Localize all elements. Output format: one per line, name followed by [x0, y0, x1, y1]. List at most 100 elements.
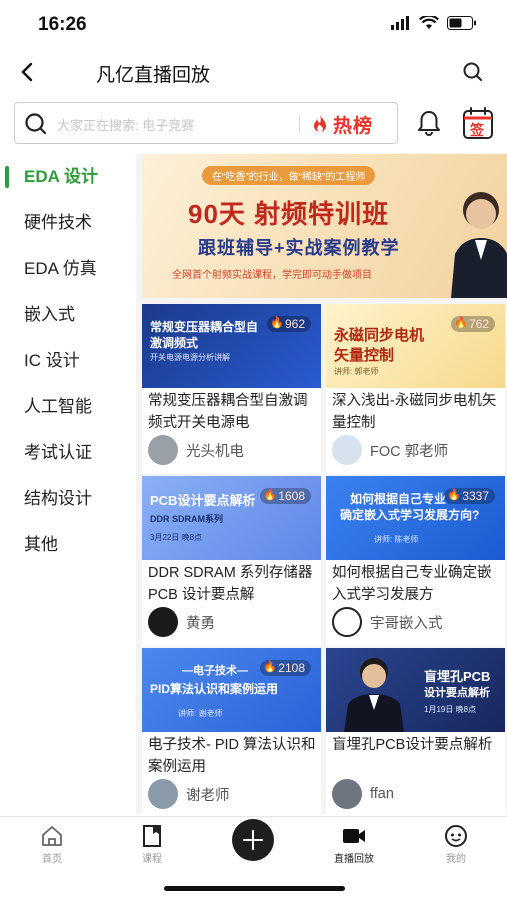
- sidebar-item-structure[interactable]: 结构设计: [0, 476, 136, 522]
- add-button[interactable]: [232, 819, 274, 861]
- sidebar-item-label: IC 设计: [24, 351, 80, 370]
- tab-label: 课程: [142, 854, 162, 865]
- author-row: FOC 郭老师: [332, 435, 449, 465]
- sidebar-item-label: EDA 设计: [24, 167, 98, 186]
- promo-banner[interactable]: 在“吃香”的行业，做“稀缺”的工程师 90天 射频特训班 跟班辅导+实战案例教学…: [142, 154, 507, 298]
- view-count-badge: 1608: [260, 488, 311, 504]
- tab-live-replay[interactable]: 直播回放: [314, 823, 394, 865]
- avatar: [148, 607, 178, 637]
- video-icon: [343, 829, 365, 843]
- home-icon: [42, 826, 62, 846]
- status-bar: 16:26: [0, 0, 507, 50]
- thumbnail-text: 讲师: 陈老师: [374, 535, 419, 544]
- search-placeholder: 大家正在搜索: 电子竞赛: [57, 118, 195, 133]
- avatar: [332, 779, 362, 809]
- card-thumbnail: 盲埋孔PCB 设计要点解析 1月19日 晚8点: [326, 648, 505, 732]
- view-count-badge: 2108: [260, 660, 311, 676]
- tab-home[interactable]: 首页: [12, 823, 92, 865]
- search-icon[interactable]: [461, 60, 485, 84]
- search-input[interactable]: 大家正在搜索: 电子竞赛 热榜: [14, 102, 398, 144]
- sidebar-item-label: 嵌入式: [24, 305, 75, 324]
- author-name: 谢老师: [186, 787, 230, 804]
- category-sidebar: EDA 设计 硬件技术 EDA 仿真 嵌入式 IC 设计 人工智能 考试认证 结…: [0, 154, 136, 814]
- card-thumbnail: PCB设计要点解析 DDR SDRAM系列 3月22日 晚8点 1608: [142, 476, 321, 560]
- banner-title: 90天 射频特训班: [188, 199, 390, 229]
- sidebar-item-label: 考试认证: [24, 443, 92, 462]
- wifi-icon: [419, 16, 439, 29]
- card-thumbnail: 永磁同步电机 矢量控制 讲师: 郭老师 762: [326, 304, 505, 388]
- content-area: 在“吃香”的行业，做“稀缺”的工程师 90天 射频特训班 跟班辅导+实战案例教学…: [136, 154, 507, 814]
- thumbnail-text: PID算法认识和案例运用: [150, 682, 279, 696]
- instructor-photo: [344, 658, 404, 732]
- replay-card[interactable]: 永磁同步电机 矢量控制 讲师: 郭老师 762 深入浅出-永磁同步电机矢量控制 …: [326, 304, 505, 474]
- check-in-calendar-button[interactable]: 签: [462, 106, 494, 140]
- card-title: 深入浅出-永磁同步电机矢量控制: [332, 393, 497, 431]
- back-arrow-icon[interactable]: [14, 58, 42, 86]
- sidebar-item-label: 其他: [24, 535, 58, 554]
- thumbnail-text: —电子技术—: [182, 665, 248, 677]
- card-title: DDR SDRAM 系列存储器 PCB 设计要点解: [148, 565, 313, 603]
- author-name: FOC 郭老师: [370, 443, 449, 460]
- sidebar-item-label: 人工智能: [24, 397, 92, 416]
- status-time: 16:26: [38, 14, 87, 35]
- card-thumbnail: —电子技术— PID算法认识和案例运用 讲师: 谢老师 2108: [142, 648, 321, 732]
- avatar: [332, 607, 362, 637]
- thumbnail-text: 确定嵌入式学习发展方向?: [340, 508, 480, 522]
- sidebar-item-certification[interactable]: 考试认证: [0, 430, 136, 476]
- thumbnail-text: 设计要点解析: [424, 687, 490, 699]
- search-divider: [299, 115, 300, 133]
- search-icon: [25, 113, 47, 135]
- nav-bar: 凡亿直播回放: [0, 50, 507, 94]
- view-count-badge: 3337: [444, 488, 495, 504]
- thumbnail-text: 1月19日 晚8点: [424, 705, 477, 714]
- bell-icon[interactable]: [414, 108, 444, 138]
- sidebar-item-eda-design[interactable]: EDA 设计: [0, 154, 136, 200]
- thumbnail-text: 激调频式: [150, 336, 199, 350]
- profile-icon: [445, 825, 467, 847]
- sidebar-item-label: 硬件技术: [24, 213, 92, 232]
- replay-card[interactable]: 如何根据自己专业 确定嵌入式学习发展方向? 讲师: 陈老师 3337 如何根据自…: [326, 476, 505, 646]
- thumbnail-text: 常规变压器耦合型自: [150, 320, 259, 334]
- tab-label: 首页: [42, 854, 62, 865]
- sidebar-item-embedded[interactable]: 嵌入式: [0, 292, 136, 338]
- author-name: 宇哥嵌入式: [370, 615, 443, 632]
- tab-courses[interactable]: 课程: [112, 823, 192, 865]
- replay-card[interactable]: PCB设计要点解析 DDR SDRAM系列 3月22日 晚8点 1608 DDR…: [142, 476, 321, 646]
- replay-card[interactable]: 常规变压器耦合型自 激调频式 开关电源电源分析讲解 962 常规变压器耦合型自激…: [142, 304, 321, 474]
- thumbnail-text: 永磁同步电机: [334, 327, 425, 344]
- thumbnail-text: 开关电源电源分析讲解: [150, 353, 230, 362]
- replay-card[interactable]: 盲埋孔PCB 设计要点解析 1月19日 晚8点 盲埋孔PCB设计要点解析 ffa…: [326, 648, 505, 814]
- replay-card[interactable]: —电子技术— PID算法认识和案例运用 讲师: 谢老师 2108 电子技术- P…: [142, 648, 321, 814]
- author-row: 谢老师: [148, 779, 230, 809]
- author-name: 光头机电: [186, 443, 244, 460]
- course-icon: [143, 825, 161, 847]
- sidebar-item-ic-design[interactable]: IC 设计: [0, 338, 136, 384]
- sidebar-item-hardware[interactable]: 硬件技术: [0, 200, 136, 246]
- thumbnail-text: 盲埋孔PCB: [424, 669, 491, 684]
- thumbnail-text: 讲师: 郭老师: [334, 367, 379, 376]
- thumbnail-text: 3月22日 晚8点: [150, 533, 203, 542]
- status-icons: [391, 16, 477, 30]
- thumbnail-text: 如何根据自己专业: [350, 492, 447, 506]
- thumbnail-text: 矢量控制: [334, 347, 395, 364]
- tab-profile[interactable]: 我的: [416, 823, 496, 865]
- banner-footnote: 全网首个射频实战课程，学完即可动手做项目: [172, 270, 372, 281]
- sidebar-item-other[interactable]: 其他: [0, 522, 136, 568]
- signal-icon: [391, 16, 409, 30]
- page-title: 凡亿直播回放: [96, 65, 211, 86]
- avatar: [332, 435, 362, 465]
- card-thumbnail: 常规变压器耦合型自 激调频式 开关电源电源分析讲解 962: [142, 304, 321, 388]
- battery-icon: [447, 16, 476, 30]
- banner-subtitle: 在“吃香”的行业，做“稀缺”的工程师: [202, 166, 376, 185]
- search-row: 大家正在搜索: 电子竞赛 热榜 签: [0, 102, 507, 148]
- avatar: [148, 435, 178, 465]
- home-indicator: [164, 886, 345, 891]
- author-row: 黄勇: [148, 607, 215, 637]
- banner-tagline: 跟班辅导+实战案例教学: [198, 238, 400, 258]
- hot-rank-button[interactable]: 热榜: [309, 109, 373, 139]
- sidebar-item-label: 结构设计: [24, 489, 92, 508]
- thumbnail-text: PCB设计要点解析: [150, 493, 256, 508]
- sidebar-item-ai[interactable]: 人工智能: [0, 384, 136, 430]
- card-title: 如何根据自己专业确定嵌入式学习发展方: [332, 565, 492, 603]
- sidebar-item-eda-simulation[interactable]: EDA 仿真: [0, 246, 136, 292]
